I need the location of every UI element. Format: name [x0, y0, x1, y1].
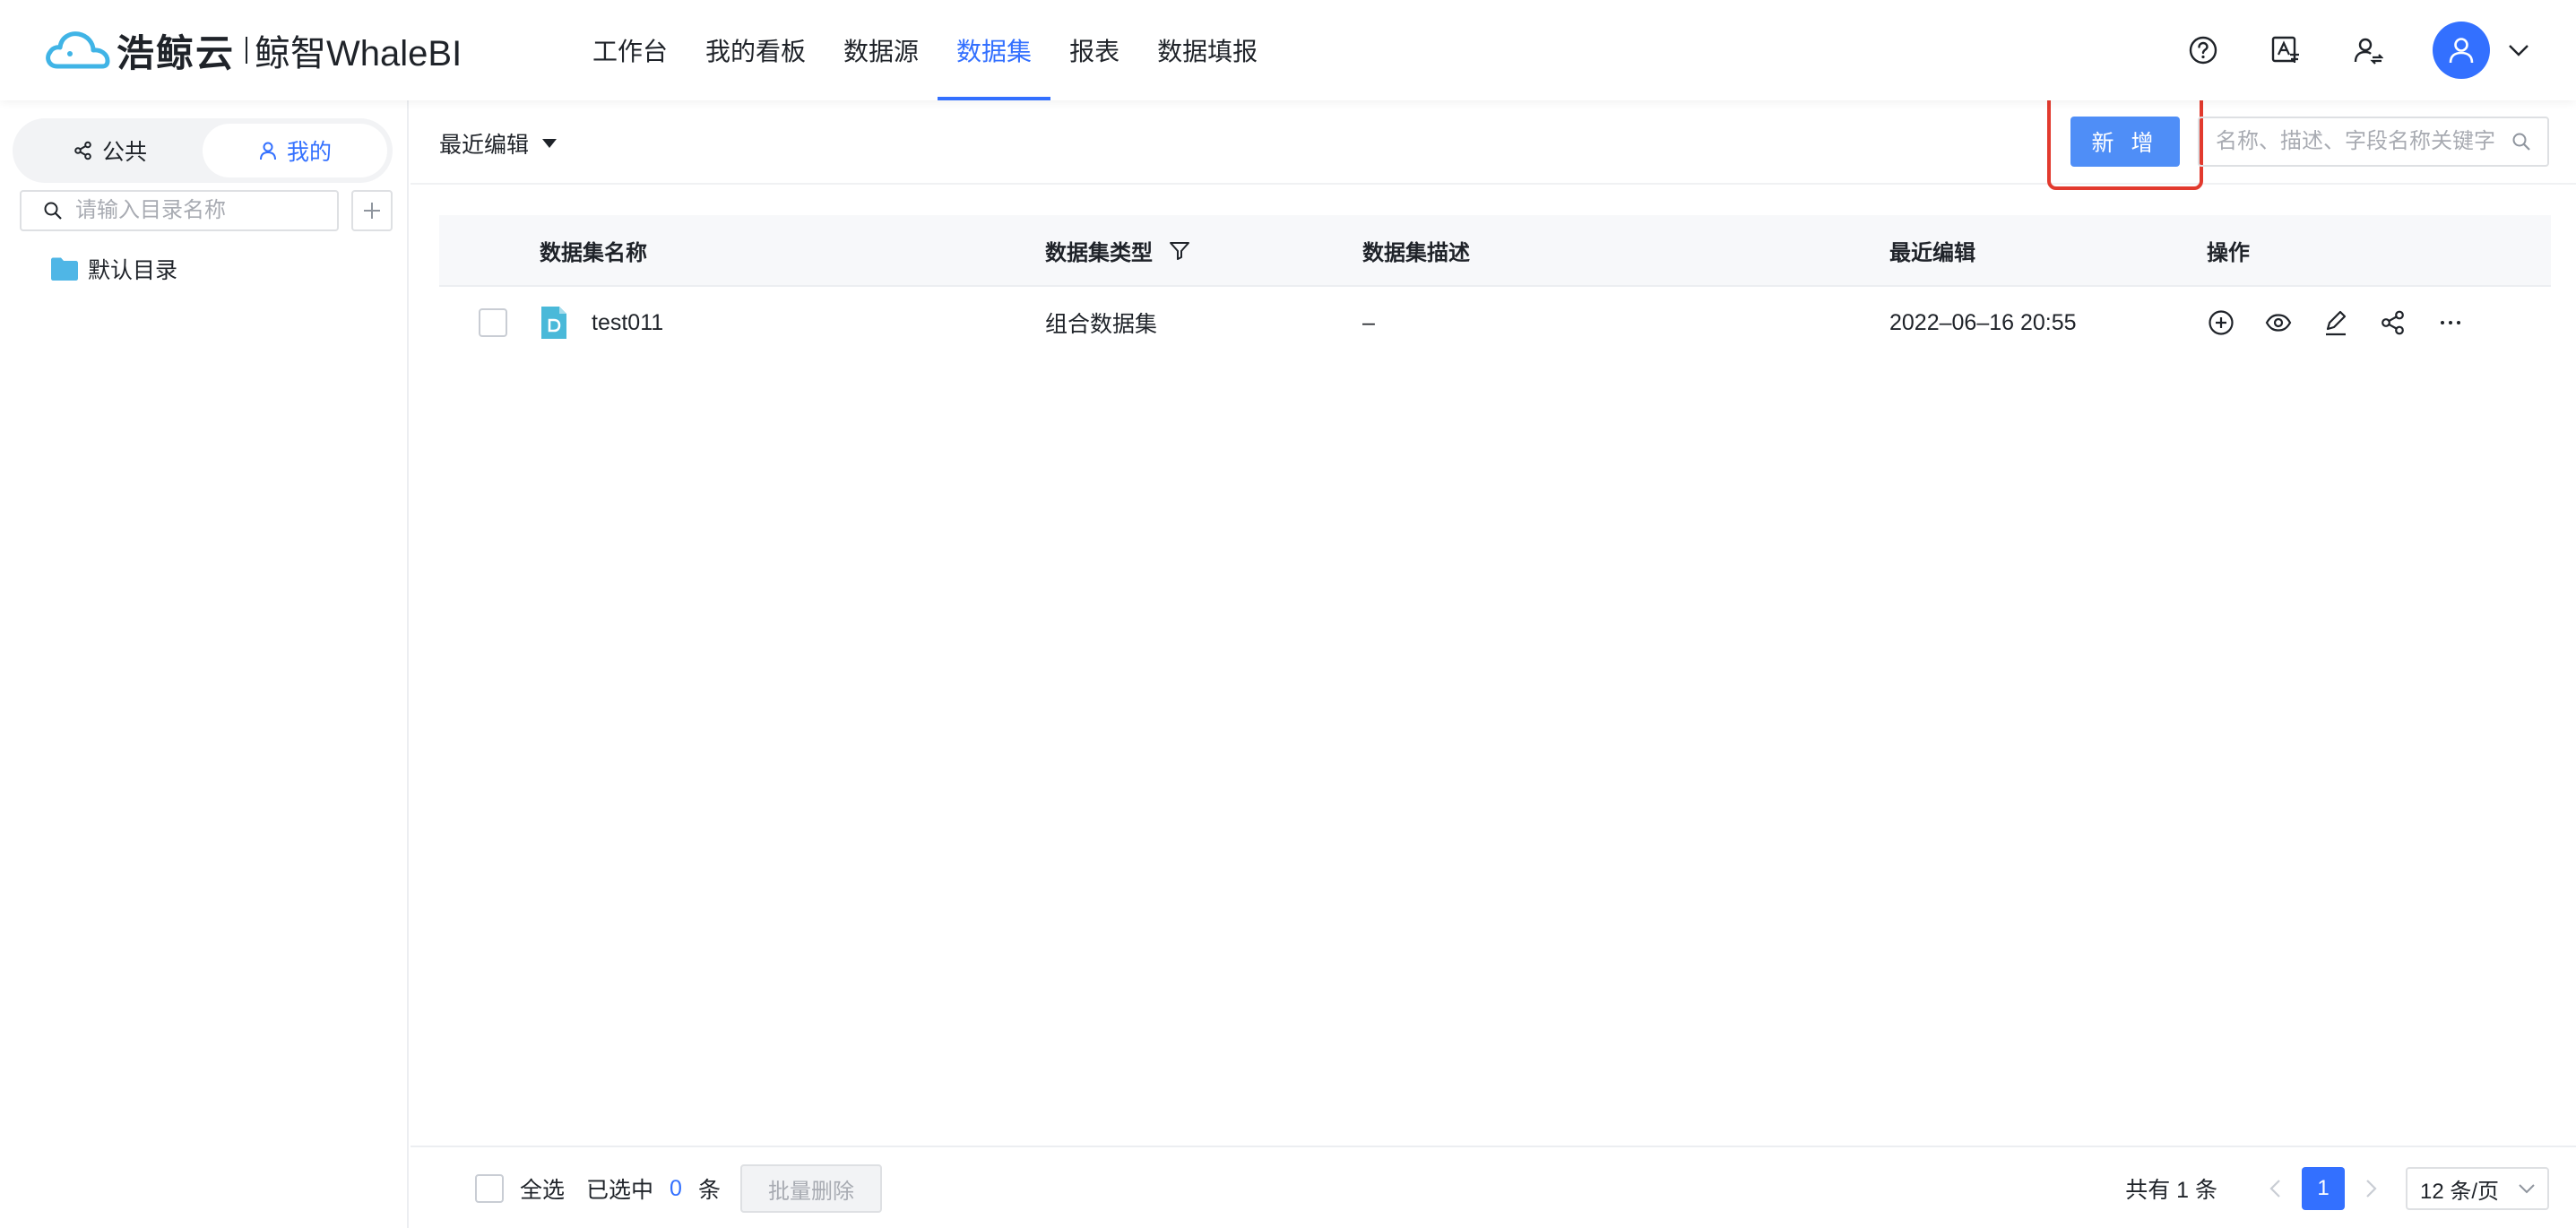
- folder-icon: [51, 257, 78, 281]
- more-icon[interactable]: [2436, 308, 2465, 337]
- nav-workbench[interactable]: 工作台: [574, 0, 687, 100]
- row-actions: [2207, 308, 2494, 337]
- user-icon: [259, 142, 276, 160]
- dataset-toolbar: 最近编辑 新 增: [411, 90, 2576, 190]
- dataset-name: test011: [592, 309, 664, 335]
- select-all-checkbox[interactable]: [475, 1174, 504, 1203]
- product-name: 鲸智WhaleBI: [255, 34, 462, 74]
- plus-icon: [364, 203, 380, 219]
- caret-down-icon: [542, 139, 558, 148]
- select-all-label[interactable]: 全选: [520, 1172, 565, 1205]
- eye-icon[interactable]: [2264, 308, 2293, 337]
- chevron-down-icon[interactable]: [2506, 38, 2531, 63]
- tree-item-label: 默认目录: [88, 258, 178, 283]
- selected-count: 0: [670, 1175, 682, 1201]
- nav-datasource[interactable]: 数据源: [825, 0, 938, 100]
- dataset-file-icon: [541, 307, 566, 339]
- brand-separator: [246, 37, 248, 64]
- filter-icon[interactable]: [1169, 239, 1190, 261]
- tab-mine[interactable]: 我的: [203, 124, 387, 177]
- main-content: 最近编辑 新 增 数据集名称 数据集类型 数据集描述 最近编辑 操作: [411, 90, 2576, 1228]
- translate-icon[interactable]: [2268, 32, 2304, 68]
- selected-suffix: 条: [697, 1178, 721, 1203]
- share-icon: [74, 141, 91, 160]
- dataset-table: 数据集名称 数据集类型 数据集描述 最近编辑 操作 test011 组合数据集 …: [439, 215, 2551, 359]
- next-page-icon[interactable]: [2357, 1175, 2384, 1202]
- pagination: 共有 1 条 1 12 条/页: [2125, 1167, 2549, 1210]
- directory-search-input[interactable]: [75, 198, 326, 223]
- col-name: 数据集名称: [540, 240, 647, 265]
- sort-label: 最近编辑: [439, 133, 530, 158]
- col-actions: 操作: [2207, 240, 2250, 265]
- add-circle-icon[interactable]: [2207, 308, 2235, 337]
- selected-prefix: 已选中: [586, 1178, 654, 1203]
- tab-public[interactable]: 公共: [18, 124, 203, 177]
- directory-search[interactable]: [20, 190, 339, 231]
- tab-public-label: 公共: [101, 140, 147, 165]
- nav-my-dashboard[interactable]: 我的看板: [687, 0, 825, 100]
- top-bar: 浩鲸云 鲸智WhaleBI 工作台 我的看板 数据源 数据集 报表 数据填报: [0, 0, 2576, 100]
- dataset-last-edited: 2022–06–16 20:55: [1889, 309, 2077, 335]
- add-dataset-button[interactable]: 新 增: [2070, 117, 2180, 167]
- batch-delete-button[interactable]: 批量删除: [739, 1164, 882, 1213]
- page-size-select[interactable]: 12 条/页: [2406, 1167, 2549, 1210]
- header-actions: [2139, 16, 2531, 84]
- user-switch-icon[interactable]: [2350, 32, 2386, 68]
- nav-data-fill[interactable]: 数据填报: [1138, 0, 1276, 100]
- table-footer: 全选 已选中 0 条 批量删除 共有 1 条 1 12 条/页: [411, 1146, 2576, 1228]
- whale-cloud-logo-icon: [46, 31, 110, 69]
- col-last-edited: 最近编辑: [1889, 240, 1975, 265]
- keyword-search[interactable]: [2198, 117, 2549, 167]
- table-row: test011 组合数据集 – 2022–06–16 20:55: [439, 287, 2551, 359]
- page-1-button[interactable]: 1: [2302, 1167, 2345, 1210]
- dataset-description: –: [1362, 309, 1375, 335]
- sort-dropdown[interactable]: 最近编辑: [439, 127, 558, 160]
- batch-selection: 全选 已选中 0 条 批量删除: [475, 1164, 882, 1213]
- col-type-label: 数据集类型: [1045, 240, 1153, 265]
- share-icon[interactable]: [2379, 308, 2407, 337]
- sidebar: 公共 我的 默认目录: [0, 100, 409, 1228]
- help-circle-icon[interactable]: [2185, 32, 2221, 68]
- main-nav: 工作台 我的看板 数据源 数据集 报表 数据填报: [574, 0, 1276, 100]
- total-count: 共有 1 条: [2125, 1178, 2217, 1203]
- user-avatar-icon[interactable]: [2433, 22, 2490, 79]
- search-icon[interactable]: [2511, 132, 2531, 151]
- dataset-type: 组合数据集: [1045, 312, 1158, 337]
- tree-item-default-directory[interactable]: 默认目录: [50, 251, 177, 287]
- edit-icon[interactable]: [2321, 308, 2350, 337]
- nav-report[interactable]: 报表: [1050, 0, 1138, 100]
- dataset-name-cell[interactable]: test011: [540, 305, 663, 341]
- chevron-down-icon: [2519, 1184, 2535, 1194]
- nav-dataset[interactable]: 数据集: [938, 0, 1051, 100]
- brand-logo[interactable]: 浩鲸云 鲸智WhaleBI: [43, 25, 462, 75]
- tab-mine-label: 我的: [286, 140, 332, 165]
- add-directory-button[interactable]: [351, 190, 393, 231]
- table-header: 数据集名称 数据集类型 数据集描述 最近编辑 操作: [439, 215, 2551, 287]
- col-type[interactable]: 数据集类型: [1045, 235, 1190, 266]
- search-icon: [44, 202, 62, 220]
- row-checkbox[interactable]: [479, 308, 507, 337]
- col-description: 数据集描述: [1362, 240, 1470, 265]
- brand-name: 浩鲸云: [117, 31, 236, 74]
- prev-page-icon[interactable]: [2262, 1175, 2289, 1202]
- catalog-scope-switch: 公共 我的: [13, 118, 393, 183]
- page-size-value: 12 条/页: [2420, 1179, 2500, 1204]
- keyword-search-input[interactable]: [2216, 129, 2511, 154]
